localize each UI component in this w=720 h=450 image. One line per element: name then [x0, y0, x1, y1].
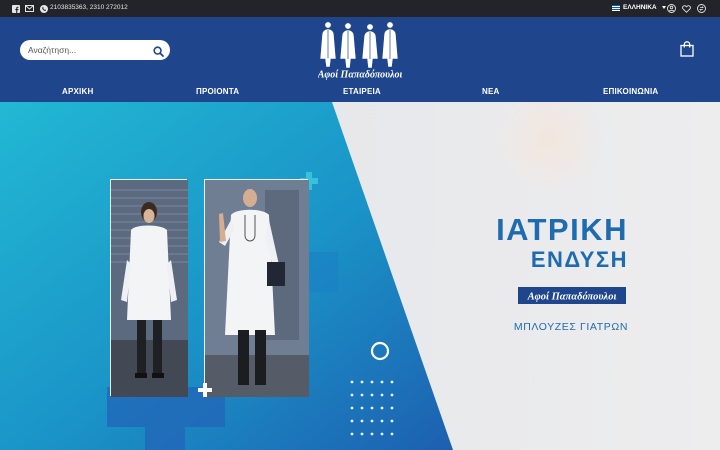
facebook-icon[interactable] — [11, 4, 20, 13]
svg-text:Αφοί Παπαδόπουλοι: Αφοί Παπαδόπουλοι — [527, 292, 617, 303]
decor-dot — [360, 419, 364, 423]
decor-dot — [360, 406, 364, 410]
hero-background — [0, 102, 720, 450]
decor-dot — [390, 380, 394, 384]
heart-icon[interactable] — [682, 4, 691, 13]
decor-dot — [390, 406, 394, 410]
hero-title-line2: ΕΝΔΥΣΗ — [530, 247, 628, 272]
decor-dot — [370, 432, 374, 436]
search-box — [20, 40, 170, 60]
decor-dot — [350, 406, 354, 410]
phone-icon — [39, 4, 48, 13]
decor-dot — [380, 432, 384, 436]
decor-dot — [360, 432, 364, 436]
decor-dot — [350, 419, 354, 423]
search-input[interactable] — [28, 43, 148, 57]
chevron-down-icon — [661, 6, 666, 9]
hero-subtitle[interactable]: ΜΠΛΟΥΖΕΣ ΓΙΑΤΡΩΝ — [466, 321, 628, 333]
user-icon[interactable] — [667, 4, 676, 13]
decor-dot — [390, 419, 394, 423]
decor-dot — [370, 380, 374, 384]
decor-dot — [390, 432, 394, 436]
hero-brand-logo: Αφοί Παπαδόπουλοι — [518, 287, 626, 304]
greek-flag-icon — [612, 4, 620, 11]
nav-item-news[interactable]: ΝΕΑ — [482, 87, 500, 96]
decor-dot — [360, 393, 364, 397]
logo-wordmark: Αφοί Παπαδόπουλοι — [318, 70, 402, 81]
decor-dot — [350, 432, 354, 436]
svg-text:Αφοί Παπαδόπουλοι: Αφοί Παπαδόπουλοι — [318, 70, 402, 81]
female-doctor-photo — [110, 179, 188, 397]
decor-dot — [350, 393, 354, 397]
decor-dot — [380, 393, 384, 397]
language-label: ΕΛΛΗΝΙΚΑ — [623, 4, 657, 11]
language-selector[interactable]: ΕΛΛΗΝΙΚΑ — [612, 4, 666, 11]
plus-shape — [198, 383, 212, 397]
site-logo[interactable]: Αφοί Παπαδόπουλοι — [312, 19, 408, 83]
decor-dot — [360, 380, 364, 384]
decor-dot — [380, 380, 384, 384]
search-icon[interactable] — [153, 44, 164, 57]
top-utility-bar: 2103835363, 2310 272012 ΕΛΛΗΝΙΚΑ — [0, 0, 720, 17]
decor-dot — [370, 419, 374, 423]
decor-dot — [370, 393, 374, 397]
shopping-bag-icon[interactable] — [680, 41, 694, 57]
nav-item-company[interactable]: ΕΤΑΙΡΕΙΑ — [343, 87, 381, 96]
decor-dot — [390, 393, 394, 397]
contact-phones: 2103835363, 2310 272012 — [50, 4, 128, 11]
site-header: Αφοί Παπαδόπουλοι ΑΡΧΙΚΗ ΠΡΟΙΟΝΤΑ ΕΤΑΙΡΕ… — [0, 17, 720, 102]
hero-title-line1: ΙΑΤΡΙΚΗ — [496, 212, 628, 247]
nav-item-home[interactable]: ΑΡΧΙΚΗ — [62, 87, 93, 96]
decor-dot — [380, 406, 384, 410]
nav-item-contact[interactable]: ΕΠΙΚΟΙΝΩΝΙΑ — [603, 87, 658, 96]
male-doctor-photo — [204, 179, 309, 397]
mail-icon[interactable] — [25, 4, 34, 13]
nav-item-products[interactable]: ΠΡΟΙΟΝΤΑ — [196, 87, 239, 96]
hero-banner[interactable]: ΙΑΤΡΙΚΗ ΕΝΔΥΣΗ Αφοί Παπαδόπουλοι ΜΠΛΟΥΖΕ… — [0, 102, 720, 450]
decor-dot — [380, 419, 384, 423]
main-navigation: ΑΡΧΙΚΗ ΠΡΟΙΟΝΤΑ ΕΤΑΙΡΕΙΑ ΝΕΑ ΕΠΙΚΟΙΝΩΝΙΑ — [0, 85, 720, 101]
decor-dot — [370, 406, 374, 410]
compare-icon[interactable] — [697, 4, 706, 13]
decor-dot — [350, 380, 354, 384]
